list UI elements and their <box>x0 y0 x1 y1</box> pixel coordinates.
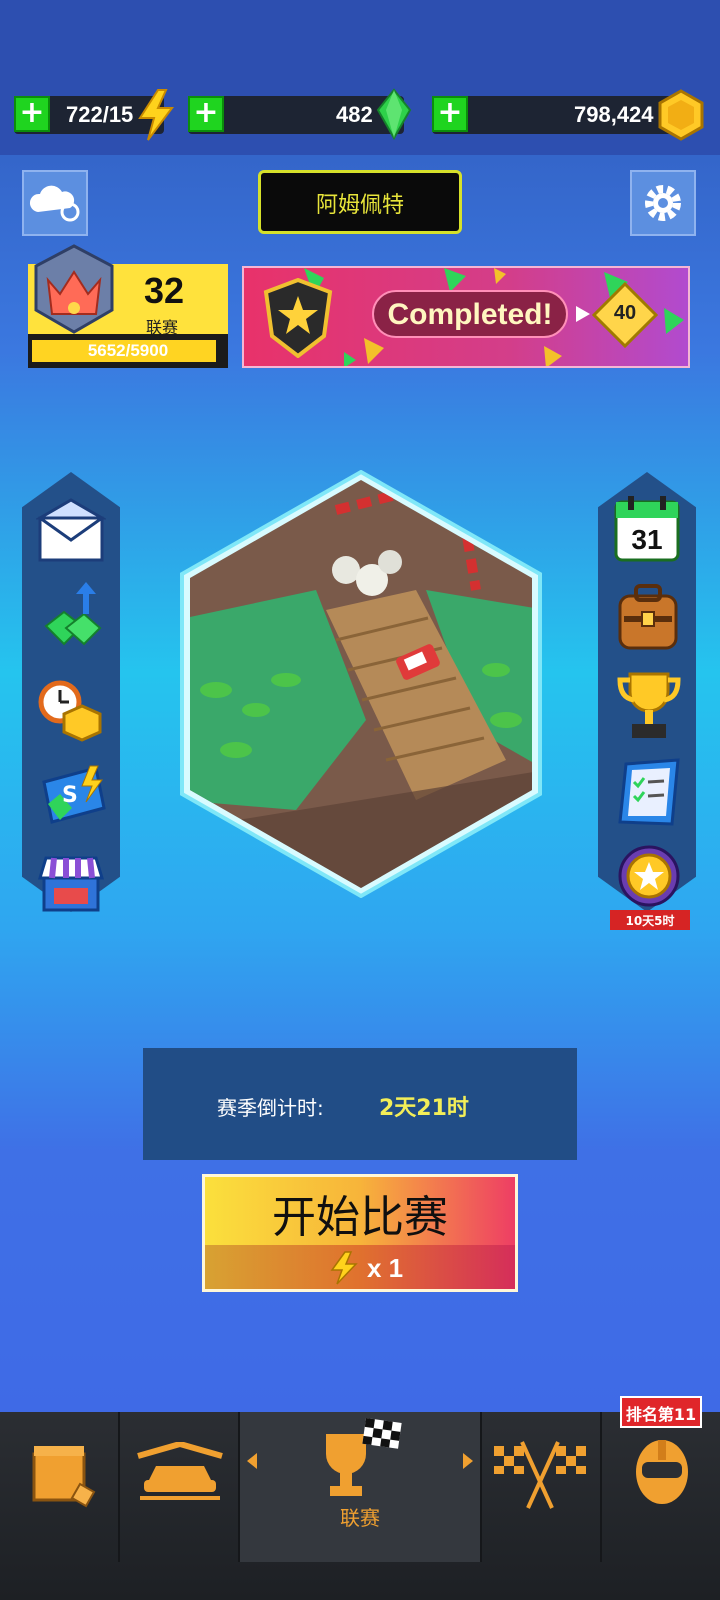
shop-icon[interactable] <box>36 852 106 914</box>
season-countdown-value: 2天21时 <box>379 1096 469 1121</box>
rank-badge: 排名第11 <box>620 1396 702 1428</box>
bottom-nav: 联赛 <box>0 1412 720 1600</box>
start-race-cost: x 1 <box>205 1245 515 1289</box>
league-card[interactable]: 32 联赛 5652/5900 <box>28 244 228 368</box>
garage-icon <box>32 1446 96 1508</box>
nav-profile[interactable] <box>602 1412 720 1562</box>
nav-race[interactable] <box>482 1412 602 1562</box>
start-race-cost-text: x 1 <box>367 1253 404 1283</box>
nav-garage[interactable] <box>0 1412 120 1562</box>
add-gems-button[interactable]: + <box>188 96 224 132</box>
coins-counter: + 798,424 <box>432 89 704 141</box>
gear-icon <box>645 185 681 221</box>
event-medal-icon[interactable] <box>614 844 684 914</box>
star-shield-icon <box>263 278 333 358</box>
league-progress-bar: 5652/5900 <box>28 334 228 368</box>
reward-value: 40 <box>613 302 637 324</box>
chevron-left-icon <box>247 1453 257 1469</box>
trophy-icon[interactable] <box>616 668 682 742</box>
checklist-icon[interactable] <box>614 758 684 828</box>
lightning-icon <box>330 1251 358 1285</box>
chevron-right-icon <box>463 1453 473 1469</box>
nav-cars[interactable] <box>120 1412 240 1562</box>
gem-icon <box>376 88 412 140</box>
completed-banner[interactable]: Completed! 40 <box>242 266 690 368</box>
calendar-day: 31 <box>631 524 663 555</box>
completed-text: Completed! <box>387 298 553 331</box>
energy-value: 722/15 <box>66 102 134 127</box>
checkered-flags-icon <box>494 1441 586 1509</box>
backpack-icon[interactable] <box>614 582 682 652</box>
location-title: 阿姆佩特 <box>315 193 404 218</box>
rank-badge-text: 排名第11 <box>625 1405 697 1424</box>
nav-league[interactable]: 联赛 <box>240 1412 482 1562</box>
nav-league-label: 联赛 <box>340 1506 380 1530</box>
season-pass-icon[interactable]: S <box>38 764 108 828</box>
start-race-label: 开始比赛 <box>272 1192 448 1243</box>
gem-upgrade-icon[interactable] <box>38 582 106 650</box>
location-title-box: 阿姆佩特 <box>258 170 462 234</box>
add-energy-button[interactable]: + <box>14 96 50 132</box>
arrow-right-icon <box>576 306 590 322</box>
completed-pill: Completed! <box>372 290 568 338</box>
timed-coins-icon[interactable] <box>38 680 106 742</box>
svg-text:S: S <box>62 783 78 808</box>
season-countdown: 赛季倒计时: 2天21时 <box>143 1048 577 1160</box>
gems-counter: + 482 <box>188 88 412 140</box>
settings-button[interactable] <box>630 170 696 236</box>
gems-value: 482 <box>336 102 373 127</box>
cloud-sync-icon <box>29 185 80 222</box>
lightning-icon <box>138 89 174 141</box>
energy-counter: + 722/15 <box>14 89 174 141</box>
league-crown-icon <box>34 244 114 334</box>
mail-icon[interactable] <box>36 498 106 564</box>
coins-value: 798,424 <box>574 102 654 127</box>
cloud-sync-button[interactable] <box>22 170 88 236</box>
track-preview[interactable] <box>176 470 546 898</box>
add-coins-button[interactable]: + <box>432 96 468 132</box>
start-race-button[interactable]: 开始比赛 x 1 <box>202 1174 518 1292</box>
helmet-icon <box>636 1440 688 1504</box>
event-timer-text: 10天5时 <box>625 914 675 928</box>
car-icon <box>137 1442 223 1500</box>
league-progress-text: 5652/5900 <box>87 341 169 360</box>
coin-icon <box>658 89 704 141</box>
season-countdown-label: 赛季倒计时: <box>217 1096 324 1120</box>
league-trophy-flag-icon <box>326 1418 402 1496</box>
league-level: 32 <box>144 270 185 311</box>
event-timer-badge: 10天5时 <box>610 910 690 930</box>
